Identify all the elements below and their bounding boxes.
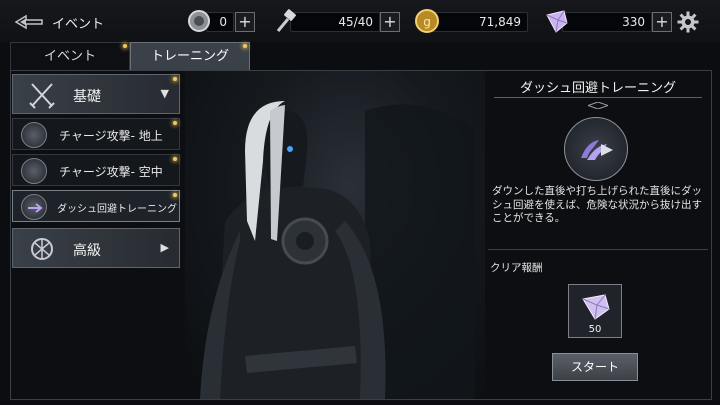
detail-description: ダウンした直後や打ち上げられた直後にダッシュ回避を使えば、危険な状況から抜け出す… [492,185,702,224]
category-advanced-label: 高級 [73,243,101,259]
reward-label: クリア報酬 [490,262,543,274]
tab-training[interactable]: トレーニング [130,42,250,70]
list-item-charge-ground[interactable]: チャージ攻撃- 地上 [12,118,180,150]
list-item-label: ダッシュ回避トレーニング [57,204,177,215]
list-item-label: チャージ攻撃- 地上 [59,129,163,143]
tab-event-notification-dot [123,44,127,48]
page-title: イベント [52,17,105,32]
stamina-add-button[interactable]: + [380,12,400,32]
category-basic[interactable]: 基礎 ▼ [12,74,180,114]
crystal-value: 330 [622,15,645,29]
category-basic-notification-dot [173,77,177,81]
gear-icon[interactable] [677,11,699,33]
list-item-dash-evade[interactable]: ダッシュ回避トレーニング [12,190,180,222]
crossed-swords-icon [27,81,57,109]
silver-coin-add-button[interactable]: + [235,12,255,32]
crystal-counter: 330 [562,12,652,32]
hammer-icon [272,7,298,35]
chevron-right-icon: ▶ [160,241,169,254]
tab-training-notification-dot [243,44,247,48]
emblem-icon [27,235,57,263]
detail-panel: ダッシュ回避トレーニング ダウンした直後や打ち上げられた直後にダッシュ回避を使え… [488,71,708,399]
top-bar: イベント 0 + 45/40 + 71,849 g 330 + [0,0,720,42]
category-advanced[interactable]: 高級 ▶ [12,228,180,268]
list-item-notification-dot [173,193,177,197]
back-arrow-icon[interactable] [14,12,46,32]
crystal-icon [544,7,570,35]
svg-text:g: g [423,15,431,29]
charge-ground-icon [21,122,47,148]
dash-evade-icon [564,117,628,181]
charge-air-icon [21,158,47,184]
stamina-value: 45/40 [338,15,373,29]
gold-counter: 71,849 [432,12,528,32]
list-item-notification-dot [173,157,177,161]
gold-coin-icon: g [414,7,440,35]
silver-coin-value: 0 [219,15,227,29]
category-basic-label: 基礎 [73,89,101,105]
list-item-label: チャージ攻撃- 空中 [59,165,163,179]
crystal-icon [579,291,613,325]
reward-item[interactable]: 50 [568,284,622,338]
chevron-down-icon: ▼ [160,87,169,100]
divider [488,249,708,250]
dash-icon [21,194,47,220]
list-item-notification-dot [173,121,177,125]
ornament-icon [586,94,610,110]
stamina-counter: 45/40 [290,12,380,32]
tab-event[interactable]: イベント [10,42,130,70]
gold-value: 71,849 [479,15,521,29]
list-item-charge-air[interactable]: チャージ攻撃- 空中 [12,154,180,186]
reward-count: 50 [588,324,602,335]
crystal-add-button[interactable]: + [652,12,672,32]
silver-coin-icon [186,7,212,35]
character-illustration [185,71,485,399]
start-button[interactable]: スタート [552,353,638,381]
